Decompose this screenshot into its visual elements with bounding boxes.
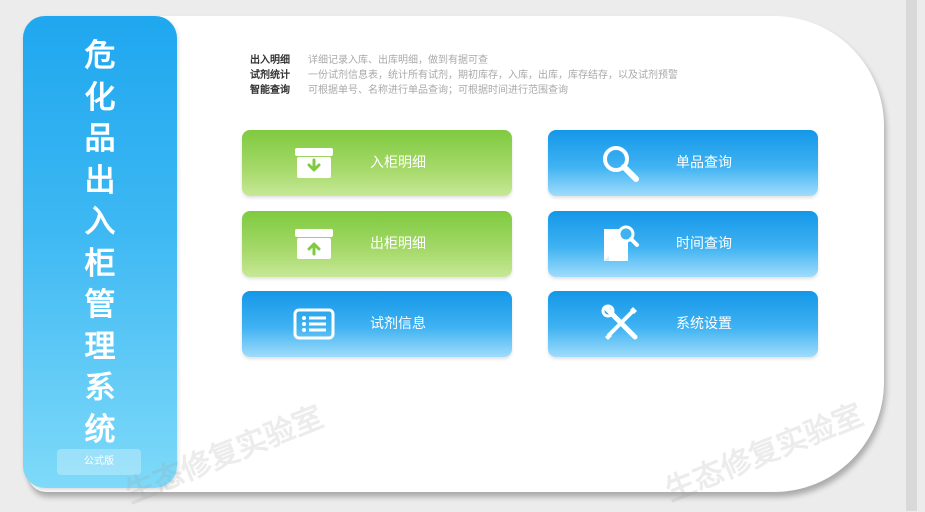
description-text: 详细记录入库、出库明细，做到有据可查 bbox=[308, 55, 488, 66]
description-text: 可根据单号、名称进行单品查询；可根据时间进行范围查询 bbox=[308, 85, 568, 96]
description-label: 智能查询 bbox=[250, 85, 290, 96]
reagent-info-label: 试剂信息 bbox=[370, 316, 426, 332]
feature-descriptions: 出入明细 详细记录入库、出库明细，做到有据可查 试剂统计 一份试剂信息表，统计所… bbox=[250, 53, 678, 98]
scrollbar-track[interactable] bbox=[906, 0, 917, 511]
description-label: 试剂统计 bbox=[250, 70, 290, 81]
item-query-button[interactable]: 单品查询 bbox=[548, 130, 818, 196]
app-title-char: 化 bbox=[84, 79, 116, 116]
settings-label: 系统设置 bbox=[676, 316, 732, 332]
document-search-icon bbox=[596, 225, 644, 262]
app-title-char: 统 bbox=[84, 411, 116, 448]
stock-in-button[interactable]: 入柜明细 bbox=[242, 130, 512, 196]
stock-out-label: 出柜明细 bbox=[370, 236, 426, 252]
app-title-char: 系 bbox=[84, 370, 116, 406]
app-title-char: 柜 bbox=[84, 245, 116, 282]
reagent-info-button[interactable]: 试剂信息 bbox=[242, 291, 512, 357]
time-query-label: 时间查询 bbox=[676, 236, 732, 252]
box-in-icon bbox=[290, 145, 338, 181]
app-title-char: 出 bbox=[84, 162, 116, 199]
settings-button[interactable]: 系统设置 bbox=[548, 291, 818, 357]
app-title-char: 入 bbox=[84, 204, 116, 240]
description-row: 智能查询 可根据单号、名称进行单品查询；可根据时间进行范围查询 bbox=[250, 83, 678, 98]
tools-icon bbox=[596, 304, 644, 342]
box-out-icon bbox=[290, 226, 338, 262]
search-icon bbox=[596, 145, 644, 182]
description-text: 一份试剂信息表，统计所有试剂，期初库存，入库，出库，库存结存，以及试剂预警 bbox=[308, 70, 678, 81]
list-icon bbox=[290, 306, 338, 342]
app-title-char: 理 bbox=[84, 328, 116, 365]
edition-badge: 公式版 bbox=[57, 449, 141, 475]
description-row: 试剂统计 一份试剂信息表，统计所有试剂，期初库存，入库，出库，库存结存，以及试剂… bbox=[250, 68, 678, 83]
sidebar: 危 化 品 出 入 柜 管 理 系 统 公式版 bbox=[23, 16, 177, 488]
app-title-char: 危 bbox=[84, 38, 116, 74]
stock-in-label: 入柜明细 bbox=[370, 155, 426, 171]
stock-out-button[interactable]: 出柜明细 bbox=[242, 211, 512, 277]
description-row: 出入明细 详细记录入库、出库明细，做到有据可查 bbox=[250, 53, 678, 68]
app-title-char: 品 bbox=[84, 121, 116, 157]
time-query-button[interactable]: 时间查询 bbox=[548, 211, 818, 277]
app-title-char: 管 bbox=[84, 287, 116, 323]
description-label: 出入明细 bbox=[250, 55, 290, 66]
app-title: 危 化 品 出 入 柜 管 理 系 统 bbox=[23, 36, 177, 451]
item-query-label: 单品查询 bbox=[676, 155, 732, 171]
